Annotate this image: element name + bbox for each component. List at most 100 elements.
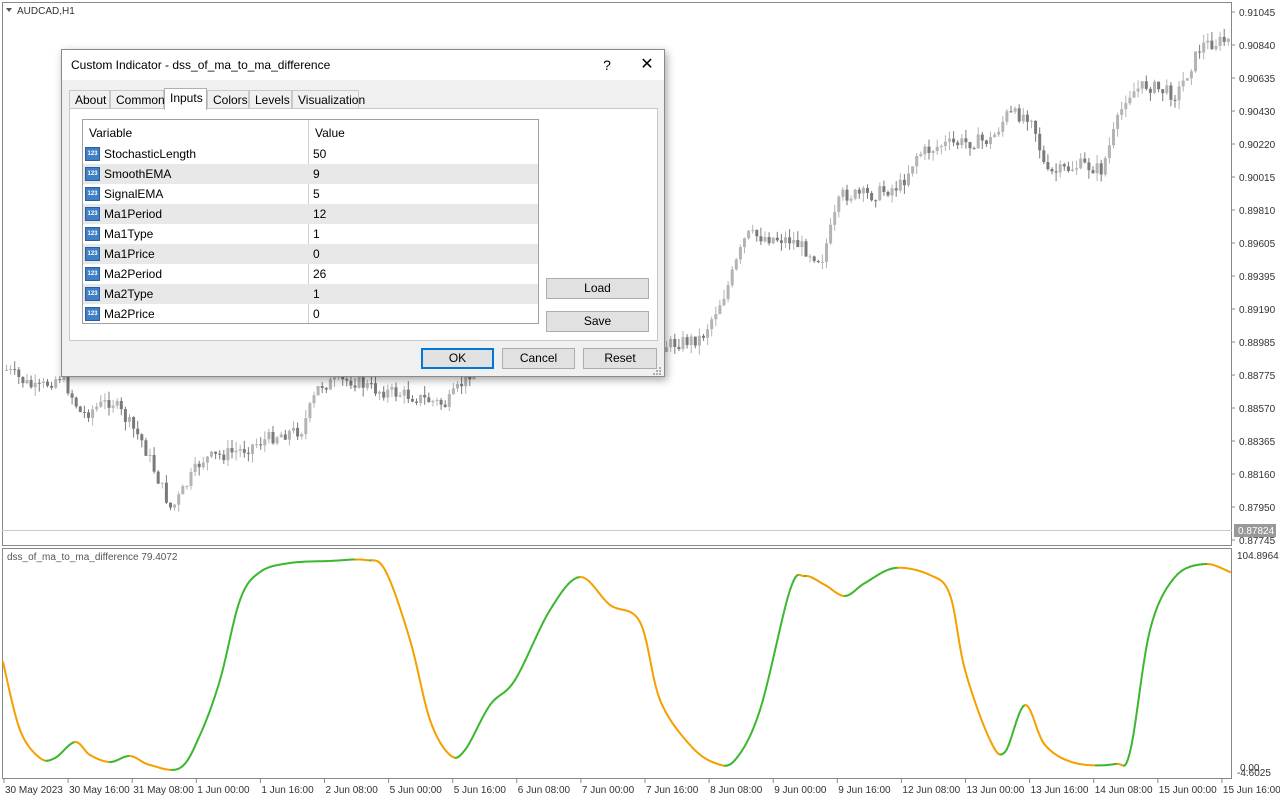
indicator-segment	[229, 628, 233, 640]
candle-body	[743, 238, 746, 248]
candle-body	[1042, 150, 1046, 163]
close-icon[interactable]: ✕	[630, 50, 664, 80]
time-axis-label: 30 May 2023	[5, 785, 63, 796]
param-value[interactable]: 9	[313, 167, 320, 181]
candle-body	[246, 452, 250, 454]
candle-body	[898, 179, 902, 191]
param-row[interactable]: 123 Ma1Type 1	[83, 224, 538, 244]
candle-body	[230, 448, 234, 453]
candle-body	[878, 186, 882, 201]
candle-body	[915, 156, 919, 167]
indicator-segment	[1129, 742, 1133, 753]
candle-body	[37, 382, 41, 384]
candle-body	[767, 237, 771, 244]
indicator-segment	[1140, 663, 1145, 681]
candle-body	[1120, 109, 1124, 115]
param-row[interactable]: 123 Ma1Period 12	[83, 204, 538, 224]
candle-body	[1083, 158, 1087, 163]
candle-body	[1001, 121, 1005, 132]
indicator-segment	[1136, 692, 1141, 709]
number-type-icon: 123	[85, 187, 100, 201]
reset-button[interactable]: Reset	[583, 348, 657, 369]
param-value[interactable]: 0	[313, 247, 320, 261]
candle-body	[193, 463, 197, 473]
candle-body	[939, 146, 943, 148]
candle-body	[1034, 120, 1038, 134]
candle-body	[788, 237, 792, 244]
candle-body	[238, 449, 242, 451]
indicator-segment	[419, 681, 424, 692]
tab-colors[interactable]: Colors	[207, 90, 249, 109]
candle-body	[722, 298, 726, 306]
candle-body	[283, 434, 287, 440]
param-value[interactable]: 1	[313, 227, 320, 241]
indicator-segment	[954, 620, 959, 631]
candle-body	[1066, 166, 1070, 171]
candle-body	[234, 450, 238, 453]
candle-body	[410, 399, 414, 402]
param-name: Ma1Period	[104, 207, 163, 221]
indicator-segment	[759, 699, 764, 711]
dialog-titlebar[interactable]: Custom Indicator - dss_of_ma_to_ma_diffe…	[62, 50, 664, 80]
indicator-axis-zero: 0.00	[1240, 763, 1260, 774]
indicator-segment	[538, 621, 545, 631]
candle-body	[164, 482, 168, 503]
candle-body	[267, 431, 271, 440]
candle-body	[673, 338, 677, 347]
param-row[interactable]: 123 SignalEMA 5	[83, 184, 538, 204]
candle-body	[201, 462, 205, 468]
candle-body	[1214, 45, 1218, 50]
param-value[interactable]: 1	[313, 287, 320, 301]
indicator-segment	[217, 679, 221, 688]
tab-visualization[interactable]: Visualization	[292, 90, 365, 109]
column-variable-header[interactable]: Variable	[89, 126, 132, 140]
param-row[interactable]: 123 StochasticLength 50	[83, 144, 538, 164]
tab-common[interactable]: Common	[110, 90, 165, 109]
candle-body	[1206, 40, 1210, 43]
candle-body	[5, 369, 8, 371]
candle-body	[115, 400, 119, 406]
param-value[interactable]: 5	[313, 187, 320, 201]
help-button[interactable]: ?	[584, 50, 630, 80]
candle-body	[755, 230, 759, 237]
param-value[interactable]: 12	[313, 207, 326, 221]
candle-body	[9, 369, 13, 371]
param-value[interactable]: 50	[313, 147, 326, 161]
candle-body	[1161, 89, 1165, 94]
save-button[interactable]: Save	[546, 311, 649, 332]
number-type-icon: 123	[85, 227, 100, 241]
number-type-icon: 123	[85, 267, 100, 281]
param-row[interactable]: 123 Ma2Type 1	[83, 284, 538, 304]
tab-levels[interactable]: Levels	[249, 90, 292, 109]
load-button[interactable]: Load	[546, 278, 649, 299]
time-axis-label: 9 Jun 16:00	[838, 785, 891, 796]
indicator-segment	[981, 722, 987, 731]
candle-body	[46, 381, 49, 386]
tab-inputs[interactable]: Inputs	[164, 88, 207, 110]
cancel-button[interactable]: Cancel	[502, 348, 575, 369]
candle-body	[857, 189, 861, 194]
tab-about[interactable]: About	[69, 90, 110, 109]
chevron-down-icon[interactable]	[6, 8, 12, 12]
candle-body	[685, 337, 689, 346]
candle-body	[1132, 91, 1136, 98]
column-value-header[interactable]: Value	[315, 126, 345, 140]
resize-grip-icon[interactable]	[652, 366, 662, 376]
indicator-segment	[656, 692, 661, 701]
param-row[interactable]: 123 Ma2Period 26	[83, 264, 538, 284]
param-row[interactable]: 123 SmoothEMA 9	[83, 164, 538, 184]
param-name: SignalEMA	[104, 187, 164, 201]
candle-body	[911, 166, 915, 174]
param-name: SmoothEMA	[104, 167, 172, 181]
param-row[interactable]: 123 Ma1Price 0	[83, 244, 538, 264]
candle-body	[710, 319, 714, 330]
param-row[interactable]: 123 Ma2Price 0	[83, 304, 538, 324]
candle-body	[1185, 78, 1189, 81]
param-value[interactable]: 26	[313, 267, 326, 281]
param-value[interactable]: 0	[313, 307, 320, 321]
candle-body	[222, 454, 226, 461]
indicator-segment	[404, 623, 409, 634]
indicator-segment	[423, 697, 428, 708]
indicator-segment	[235, 605, 239, 615]
ok-button[interactable]: OK	[421, 348, 494, 369]
